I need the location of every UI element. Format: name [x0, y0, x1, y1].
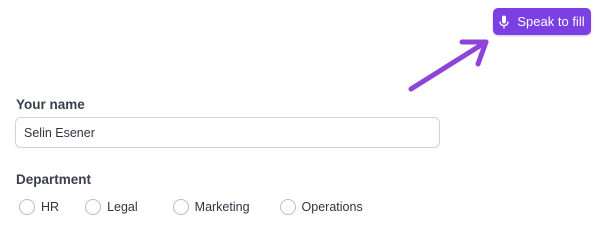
department-label: Department — [16, 172, 92, 187]
radio-label-hr: HR — [41, 200, 60, 214]
radio-option-hr[interactable]: HR — [19, 199, 59, 215]
department-radio-group: HR Legal Marketing Operations — [19, 198, 363, 216]
radio-label-marketing: Marketing — [194, 200, 250, 214]
arrow-icon — [408, 39, 489, 92]
microphone-icon — [499, 15, 510, 29]
radio-button-marketing[interactable] — [172, 199, 189, 215]
radio-option-marketing[interactable]: Marketing — [172, 199, 250, 215]
name-input[interactable] — [15, 117, 440, 148]
radio-option-operations[interactable]: Operations — [279, 199, 363, 215]
radio-label-legal: Legal — [107, 200, 138, 214]
radio-button-legal[interactable] — [85, 199, 102, 215]
name-field-label: Your name — [16, 97, 85, 112]
speak-to-fill-label: Speak to fill — [517, 14, 585, 29]
radio-option-legal[interactable]: Legal — [85, 199, 138, 215]
radio-label-operations: Operations — [301, 200, 363, 214]
radio-button-operations[interactable] — [279, 199, 296, 215]
form-page: Speak to fill Your name Department HR Le… — [0, 0, 600, 232]
radio-button-hr[interactable] — [19, 199, 35, 215]
